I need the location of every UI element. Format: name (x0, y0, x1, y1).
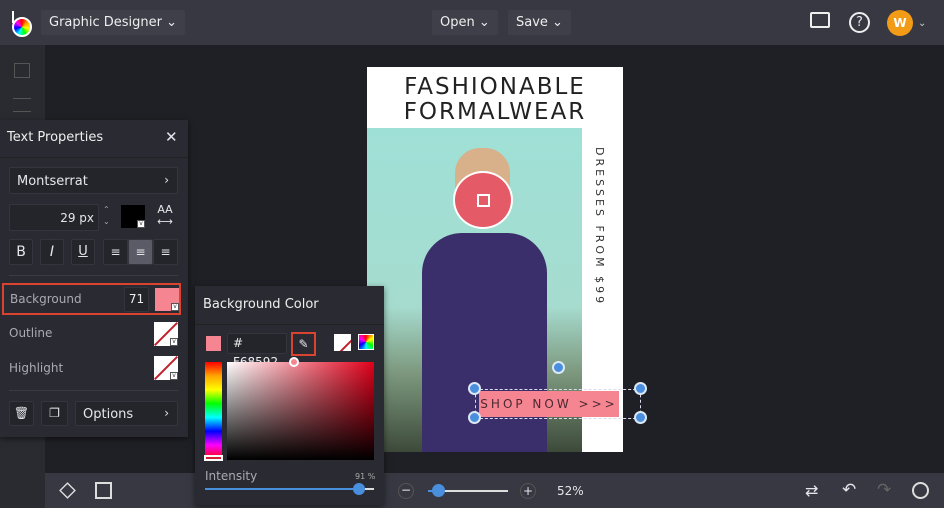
background-color-swatch[interactable]: v (155, 288, 179, 311)
saturation-value-picker[interactable] (227, 357, 374, 460)
duplicate-icon: ❐ (49, 406, 60, 420)
design-canvas[interactable]: FASHIONABLE FORMALWEAR DRESSES FROM $99 … (367, 67, 641, 452)
intensity-slider-thumb[interactable] (352, 483, 365, 495)
intensity-slider[interactable] (205, 483, 374, 495)
align-center-button[interactable]: ≡ (128, 239, 153, 265)
undo-icon[interactable]: ↶ (842, 480, 856, 500)
background-opacity-input[interactable]: 71 (124, 287, 149, 312)
resize-handle-tl[interactable] (468, 382, 481, 395)
text-properties-panel: Text Properties ✕ Montserrat › 29 px ⌃ ⌄ … (0, 120, 188, 437)
rotate-handle[interactable] (552, 361, 565, 374)
outline-label: Outline (9, 326, 53, 340)
history-icon[interactable] (912, 482, 929, 499)
bottom-bar: − + 52% ⇄ ↶ ↷ (45, 473, 944, 508)
picker-thumb[interactable] (289, 357, 299, 367)
italic-button[interactable]: I (40, 239, 64, 265)
eyedropper-loupe (453, 171, 513, 229)
swap-icon[interactable]: ⇄ (805, 481, 818, 500)
intensity-value: 91 % (355, 472, 376, 481)
help-icon[interactable]: ? (849, 12, 870, 33)
layers-icon[interactable] (59, 482, 76, 499)
popup-title: Background Color (203, 297, 319, 312)
current-color-swatch (206, 336, 221, 351)
resize-handle-br[interactable] (634, 411, 647, 424)
resize-handle-tr[interactable] (634, 382, 647, 395)
intensity-label: Intensity (205, 469, 258, 483)
app-menu-button[interactable]: Graphic Designer ⌄ (41, 10, 186, 35)
top-bar: Graphic Designer ⌄ Open ⌄ Save ⌄ ? W ⌄ (0, 0, 944, 45)
hex-input[interactable]: # F68592 (227, 333, 287, 369)
highlight-label: Highlight (9, 361, 64, 375)
bold-button[interactable]: B (9, 239, 33, 265)
eyedropper-icon: ✎ (298, 337, 309, 351)
adjust-icon[interactable] (13, 98, 31, 112)
zoom-slider[interactable] (428, 484, 508, 497)
background-color-popup: Background Color # F68592 ✎ Intensity 91… (195, 286, 384, 505)
font-select[interactable]: Montserrat › (9, 167, 178, 194)
zoom-level: 52% (557, 484, 584, 498)
background-row[interactable]: Background 71 v (2, 283, 181, 315)
font-size-input[interactable]: 29 px (9, 204, 99, 231)
app-logo[interactable] (11, 11, 33, 37)
options-button[interactable]: Options › (75, 401, 178, 426)
no-color-button[interactable] (334, 334, 351, 351)
eyedropper-button[interactable]: ✎ (291, 332, 316, 356)
trash-icon: 🗑 (13, 406, 30, 420)
color-wheel-button[interactable] (358, 334, 374, 350)
font-size-stepper[interactable]: ⌃ ⌄ (103, 204, 110, 228)
panel-title: Text Properties (7, 130, 104, 145)
align-left-button[interactable]: ≡ (103, 239, 128, 265)
outline-color-swatch[interactable]: v (154, 322, 178, 346)
divider (0, 157, 188, 158)
redo-icon[interactable]: ↷ (877, 480, 891, 500)
hue-slider[interactable] (204, 362, 223, 461)
chevron-down-icon: ⌄ (166, 15, 178, 30)
side-text[interactable]: DRESSES FROM $99 (593, 147, 606, 306)
font-color-swatch[interactable]: v (121, 205, 145, 228)
text-case-button[interactable]: AA ⟷ (152, 204, 178, 231)
avatar[interactable]: W (887, 10, 913, 36)
chat-icon[interactable] (810, 12, 830, 28)
selection-box (475, 389, 641, 419)
duplicate-button[interactable]: ❐ (41, 401, 68, 426)
underline-button[interactable]: U (71, 239, 95, 265)
open-button[interactable]: Open ⌄ (432, 10, 498, 35)
align-right-button[interactable]: ≡ (153, 239, 178, 265)
highlight-color-swatch[interactable]: v (154, 356, 178, 380)
hue-slider-thumb[interactable] (204, 455, 223, 461)
model-dress (422, 233, 547, 452)
resize-handle-bl[interactable] (468, 411, 481, 424)
layout-icon[interactable] (95, 482, 112, 499)
chevron-right-icon: › (164, 173, 169, 187)
zoom-slider-thumb[interactable] (432, 484, 445, 497)
zoom-in-button[interactable]: + (520, 483, 536, 499)
save-button[interactable]: Save ⌄ (508, 10, 571, 35)
delete-button[interactable]: 🗑 (9, 401, 34, 426)
image-icon[interactable] (14, 63, 30, 78)
zoom-out-button[interactable]: − (398, 483, 414, 499)
close-icon[interactable]: ✕ (165, 128, 178, 146)
design-title[interactable]: FASHIONABLE FORMALWEAR (367, 75, 623, 125)
